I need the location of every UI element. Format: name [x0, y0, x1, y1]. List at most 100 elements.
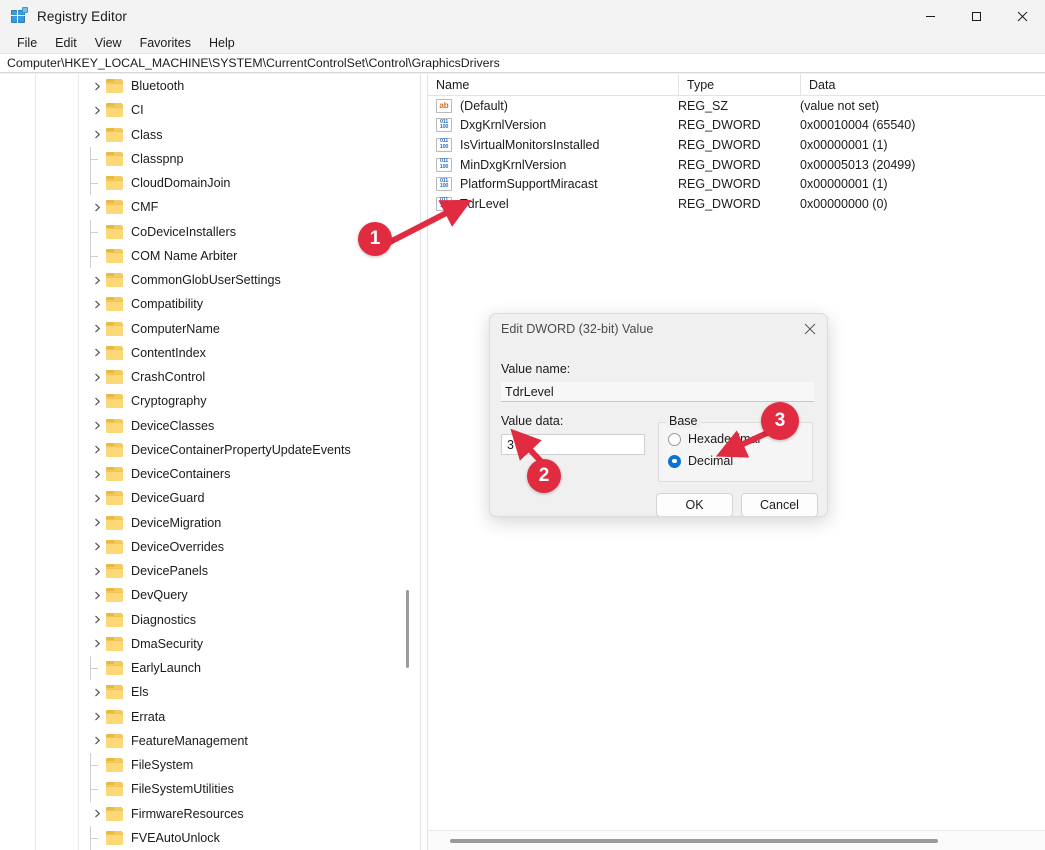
tree-item-devicecontainers[interactable]: DeviceContainers [0, 462, 420, 486]
chevron-right-icon[interactable] [90, 486, 104, 510]
tree-item-cmf[interactable]: CMF [0, 195, 420, 219]
chevron-right-icon[interactable] [90, 195, 104, 219]
tree-item-label: Diagnostics [128, 612, 199, 628]
minimize-icon[interactable] [907, 0, 953, 32]
tree-item-codeviceinstallers[interactable]: CoDeviceInstallers [0, 220, 420, 244]
column-header-name[interactable]: Name [428, 74, 678, 96]
tree-item-deviceclasses[interactable]: DeviceClasses [0, 414, 420, 438]
tree-item-filesystem[interactable]: FileSystem [0, 753, 420, 777]
tree-item-featuremanagement[interactable]: FeatureManagement [0, 729, 420, 753]
cancel-button[interactable]: Cancel [741, 493, 818, 517]
folder-icon [106, 419, 123, 433]
chevron-right-icon[interactable] [90, 511, 104, 535]
chevron-right-icon[interactable] [90, 462, 104, 486]
chevron-right-icon[interactable] [90, 705, 104, 729]
values-horizontal-scrollbar[interactable] [428, 830, 1045, 850]
tree-item-label: ComputerName [128, 321, 223, 337]
tree-item-devicepanels[interactable]: DevicePanels [0, 559, 420, 583]
menu-item-view[interactable]: View [86, 34, 131, 52]
chevron-right-icon[interactable] [90, 268, 104, 292]
tree-item-computername[interactable]: ComputerName [0, 317, 420, 341]
chevron-right-icon[interactable] [90, 98, 104, 122]
tree-vertical-scrollbar[interactable] [401, 74, 414, 850]
tree-item-classpnp[interactable]: Classpnp [0, 147, 420, 171]
value-row[interactable]: 011100IsVirtualMonitorsInstalledREG_DWOR… [428, 135, 1045, 155]
menu-item-help[interactable]: Help [200, 34, 244, 52]
folder-icon [106, 540, 123, 554]
chevron-right-icon[interactable] [90, 802, 104, 826]
value-row[interactable]: ab(Default)REG_SZ(value not set) [428, 96, 1045, 116]
folder-icon [106, 734, 123, 748]
tree-item-dmasecurity[interactable]: DmaSecurity [0, 632, 420, 656]
ok-button[interactable]: OK [656, 493, 733, 517]
folder-icon [106, 661, 123, 675]
chevron-right-icon[interactable] [90, 559, 104, 583]
tree-item-cryptography[interactable]: Cryptography [0, 389, 420, 413]
tree-item-els[interactable]: Els [0, 680, 420, 704]
chevron-right-icon[interactable] [90, 389, 104, 413]
tree-scrollbar-thumb[interactable] [406, 590, 409, 668]
folder-icon [106, 637, 123, 651]
chevron-right-icon[interactable] [90, 414, 104, 438]
tree-item-diagnostics[interactable]: Diagnostics [0, 608, 420, 632]
folder-icon [106, 152, 123, 166]
value-row[interactable]: 011100TdrLevelREG_DWORD0x00000000 (0) [428, 194, 1045, 214]
folder-icon [106, 103, 123, 117]
close-icon[interactable] [999, 0, 1045, 32]
chevron-right-icon[interactable] [90, 292, 104, 316]
tree-item-label: CloudDomainJoin [128, 175, 233, 191]
tree-item-commonglobusersettings[interactable]: CommonGlobUserSettings [0, 268, 420, 292]
string-value-icon: ab [436, 99, 452, 113]
tree-item-deviceoverrides[interactable]: DeviceOverrides [0, 535, 420, 559]
tree-item-crashcontrol[interactable]: CrashControl [0, 365, 420, 389]
chevron-right-icon[interactable] [90, 123, 104, 147]
chevron-right-icon[interactable] [90, 583, 104, 607]
chevron-right-icon[interactable] [90, 680, 104, 704]
radio-button-hexadecimal-icon[interactable] [668, 433, 681, 446]
tree-item-compatibility[interactable]: Compatibility [0, 292, 420, 316]
chevron-right-icon[interactable] [90, 632, 104, 656]
address-bar[interactable]: Computer\HKEY_LOCAL_MACHINE\SYSTEM\Curre… [0, 53, 1045, 73]
value-row[interactable]: 011100PlatformSupportMiracastREG_DWORD0x… [428, 174, 1045, 194]
menu-item-favorites[interactable]: Favorites [131, 34, 200, 52]
value-type: REG_DWORD [678, 197, 761, 211]
column-header-data[interactable]: Data [800, 74, 1045, 96]
tree-item-class[interactable]: Class [0, 123, 420, 147]
chevron-right-icon[interactable] [90, 341, 104, 365]
close-icon[interactable] [793, 314, 827, 344]
folder-icon [106, 588, 123, 602]
value-row[interactable]: 011100DxgKrnlVersionREG_DWORD0x00010004 … [428, 116, 1045, 136]
chevron-right-icon[interactable] [90, 535, 104, 559]
window-title: Registry Editor [37, 9, 127, 24]
pane-splitter[interactable] [420, 74, 428, 850]
tree-item-devicecontainerpropertyupdateevents[interactable]: DeviceContainerPropertyUpdateEvents [0, 438, 420, 462]
chevron-right-icon[interactable] [90, 608, 104, 632]
tree-item-earlylaunch[interactable]: EarlyLaunch [0, 656, 420, 680]
tree-item-firmwareresources[interactable]: FirmwareResources [0, 802, 420, 826]
chevron-right-icon[interactable] [90, 74, 104, 98]
menu-item-edit[interactable]: Edit [46, 34, 86, 52]
value-row[interactable]: 011100MinDxgKrnlVersionREG_DWORD0x000050… [428, 155, 1045, 175]
radio-button-decimal-icon[interactable] [668, 455, 681, 468]
chevron-right-icon[interactable] [90, 438, 104, 462]
chevron-right-icon[interactable] [90, 729, 104, 753]
tree-item-bluetooth[interactable]: Bluetooth [0, 74, 420, 98]
values-scrollbar-thumb[interactable] [450, 839, 938, 843]
tree-item-devicemigration[interactable]: DeviceMigration [0, 511, 420, 535]
tree-item-fveautounlock[interactable]: FVEAutoUnlock [0, 826, 420, 850]
value-name-input[interactable] [501, 382, 814, 402]
tree-item-clouddomainjoin[interactable]: CloudDomainJoin [0, 171, 420, 195]
tree-item-ci[interactable]: CI [0, 98, 420, 122]
chevron-right-icon[interactable] [90, 365, 104, 389]
tree-item-filesystemutilities[interactable]: FileSystemUtilities [0, 777, 420, 801]
tree-item-deviceguard[interactable]: DeviceGuard [0, 486, 420, 510]
tree-item-errata[interactable]: Errata [0, 705, 420, 729]
maximize-icon[interactable] [953, 0, 999, 32]
tree-item-label: DeviceContainerPropertyUpdateEvents [128, 442, 354, 458]
tree-item-contentindex[interactable]: ContentIndex [0, 341, 420, 365]
tree-item-devquery[interactable]: DevQuery [0, 583, 420, 607]
tree-item-com-name-arbiter[interactable]: COM Name Arbiter [0, 244, 420, 268]
menu-item-file[interactable]: File [8, 34, 46, 52]
column-header-type[interactable]: Type [678, 74, 800, 96]
chevron-right-icon[interactable] [90, 317, 104, 341]
